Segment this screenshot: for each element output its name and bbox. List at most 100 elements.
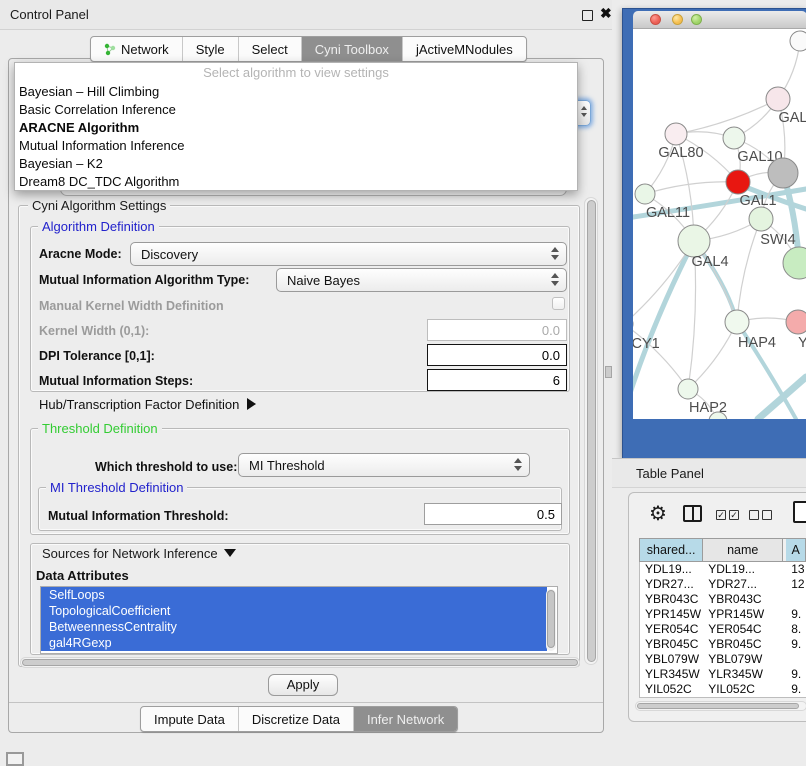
- table-row[interactable]: YDR27...YDR27...12: [640, 577, 806, 592]
- table-cell: YIL052C: [640, 682, 703, 697]
- which-threshold-value: MI Threshold: [249, 458, 325, 473]
- which-threshold-label: Which threshold to use:: [95, 460, 237, 474]
- table-row[interactable]: YBL079WYBL079W: [640, 652, 806, 667]
- table-row[interactable]: YIL052CYIL052C9.: [640, 682, 806, 697]
- settings-vertical-scrollbar[interactable]: [584, 197, 598, 665]
- tab-label: Select: [252, 37, 288, 62]
- network-edge: [737, 219, 761, 322]
- algorithm-option[interactable]: Dream8 DC_TDC Algorithm: [15, 173, 577, 191]
- network-node[interactable]: [768, 158, 798, 188]
- deselect-all-icon[interactable]: [762, 510, 772, 520]
- aracne-mode-value: Discovery: [141, 247, 198, 262]
- gear-icon[interactable]: ⚙: [649, 501, 667, 526]
- attribute-item[interactable]: TopologicalCoefficient: [41, 603, 547, 619]
- table-cell: [786, 652, 806, 667]
- algorithm-option[interactable]: ARACNE Algorithm: [15, 119, 577, 137]
- network-node-y[interactable]: [786, 310, 806, 334]
- columns-icon[interactable]: [683, 505, 702, 522]
- column-header-name[interactable]: name: [703, 539, 783, 561]
- attribute-item[interactable]: SelfLoops: [41, 587, 547, 603]
- algorithm-option[interactable]: Basic Correlation Inference: [15, 101, 577, 119]
- data-attributes-list[interactable]: SelfLoopsTopologicalCoefficientBetweenne…: [40, 586, 558, 654]
- mi-threshold-label: Mutual Information Threshold:: [48, 509, 229, 523]
- tab-infer-network[interactable]: Infer Network: [353, 707, 457, 731]
- tab-label: Discretize Data: [252, 707, 340, 732]
- tab-discretize-data[interactable]: Discretize Data: [238, 707, 353, 731]
- table-row[interactable]: YPR145WYPR145W9.: [640, 607, 806, 622]
- corner-widget[interactable]: [6, 752, 24, 766]
- table-row[interactable]: YDL19...YDL19...13: [640, 562, 806, 577]
- tab-jactivemnodules[interactable]: jActiveMNodules: [402, 37, 526, 61]
- network-node-gal11[interactable]: [635, 184, 655, 204]
- table-horizontal-scrollbar[interactable]: [635, 701, 806, 711]
- network-edge: [645, 182, 738, 194]
- algorithm-option[interactable]: Bayesian – Hill Climbing: [15, 83, 577, 101]
- tab-style[interactable]: Style: [182, 37, 238, 61]
- tab-network[interactable]: Network: [91, 37, 182, 61]
- settings-horizontal-scrollbar-thumb[interactable]: [22, 659, 578, 666]
- table-row[interactable]: YBR043CYBR043C: [640, 592, 806, 607]
- close-window-icon[interactable]: [650, 14, 661, 25]
- table-row[interactable]: YER054CYER054C8.: [640, 622, 806, 637]
- tab-select[interactable]: Select: [238, 37, 301, 61]
- attributes-scrollbar[interactable]: [546, 589, 556, 651]
- algorithm-option[interactable]: Mutual Information Inference: [15, 137, 577, 155]
- network-node-gal1[interactable]: [726, 170, 750, 194]
- network-node-gal[interactable]: [766, 87, 790, 111]
- deselect-all-icon[interactable]: [749, 510, 759, 520]
- mi-steps-label: Mutual Information Steps:: [39, 374, 193, 388]
- mi-steps-field[interactable]: 6: [427, 369, 567, 391]
- kernel-width-field[interactable]: 0.0: [427, 319, 567, 341]
- select-all-icon[interactable]: ✓: [716, 510, 726, 520]
- select-all-icon[interactable]: ✓: [729, 510, 739, 520]
- sources-group-toggle[interactable]: Sources for Network Inference: [38, 546, 240, 561]
- network-node-gal10[interactable]: [723, 127, 745, 149]
- table-cell: 9.: [786, 607, 806, 622]
- table-row[interactable]: YBR045CYBR045C9.: [640, 637, 806, 652]
- float-panel-icon[interactable]: [582, 10, 593, 21]
- settings-vertical-scrollbar-thumb[interactable]: [587, 200, 596, 662]
- data-attributes-label: Data Attributes: [36, 568, 129, 583]
- network-node-swi4[interactable]: [749, 207, 773, 231]
- splitter-handle[interactable]: [605, 366, 612, 378]
- close-icon[interactable]: ✖: [600, 5, 612, 22]
- algorithm-option[interactable]: Bayesian – K2: [15, 155, 577, 173]
- network-canvas[interactable]: GALGAL80GAL10GAL1GAL11SWI4GAL4GCY1HAP4YH…: [633, 29, 806, 419]
- tab-cyni-toolbox[interactable]: Cyni Toolbox: [301, 37, 402, 61]
- network-node-gal4[interactable]: [678, 225, 710, 257]
- attribute-item[interactable]: BetweennessCentrality: [41, 619, 547, 635]
- document-icon[interactable]: [793, 501, 806, 523]
- mi-type-combobox[interactable]: Naive Bayes: [276, 268, 567, 292]
- zoom-window-icon[interactable]: [691, 14, 702, 25]
- tab-impute-data[interactable]: Impute Data: [141, 707, 238, 731]
- tab-label: Infer Network: [367, 707, 444, 732]
- table-row[interactable]: YLR345WYLR345W9.: [640, 667, 806, 682]
- table-cell: YIL052C: [703, 682, 786, 697]
- aracne-mode-combobox[interactable]: Discovery: [130, 242, 567, 266]
- network-window-titlebar[interactable]: [633, 11, 806, 29]
- apply-button[interactable]: Apply: [268, 674, 338, 696]
- attributes-scrollbar-thumb[interactable]: [547, 590, 555, 648]
- mi-threshold-field[interactable]: 0.5: [424, 503, 562, 525]
- which-threshold-combobox[interactable]: MI Threshold: [238, 453, 530, 477]
- minimize-window-icon[interactable]: [672, 14, 683, 25]
- dpi-tolerance-field[interactable]: 0.0: [427, 344, 567, 366]
- column-header-shared[interactable]: shared...: [640, 539, 703, 561]
- algorithm-combobox-arrow[interactable]: [577, 100, 591, 126]
- attribute-item[interactable]: gal4RGexp: [41, 635, 547, 651]
- network-node-hap4[interactable]: [725, 310, 749, 334]
- network-node-label: GAL80: [658, 145, 703, 161]
- network-node[interactable]: [783, 247, 806, 279]
- table-cell: YDL19...: [640, 562, 703, 577]
- network-node[interactable]: [790, 31, 806, 51]
- hub-definition-toggle[interactable]: Hub/Transcription Factor Definition: [39, 397, 256, 412]
- network-node-gal80[interactable]: [665, 123, 687, 145]
- kernel-width-label: Kernel Width (0,1):: [39, 324, 149, 338]
- network-node-hap2[interactable]: [678, 379, 698, 399]
- table-cell: YBR043C: [640, 592, 703, 607]
- manual-kernel-checkbox[interactable]: [552, 297, 565, 310]
- table-cell: YBR045C: [640, 637, 703, 652]
- settings-horizontal-scrollbar[interactable]: [20, 657, 580, 668]
- column-header-A[interactable]: A: [786, 539, 806, 561]
- table-horizontal-scrollbar-thumb[interactable]: [637, 703, 799, 709]
